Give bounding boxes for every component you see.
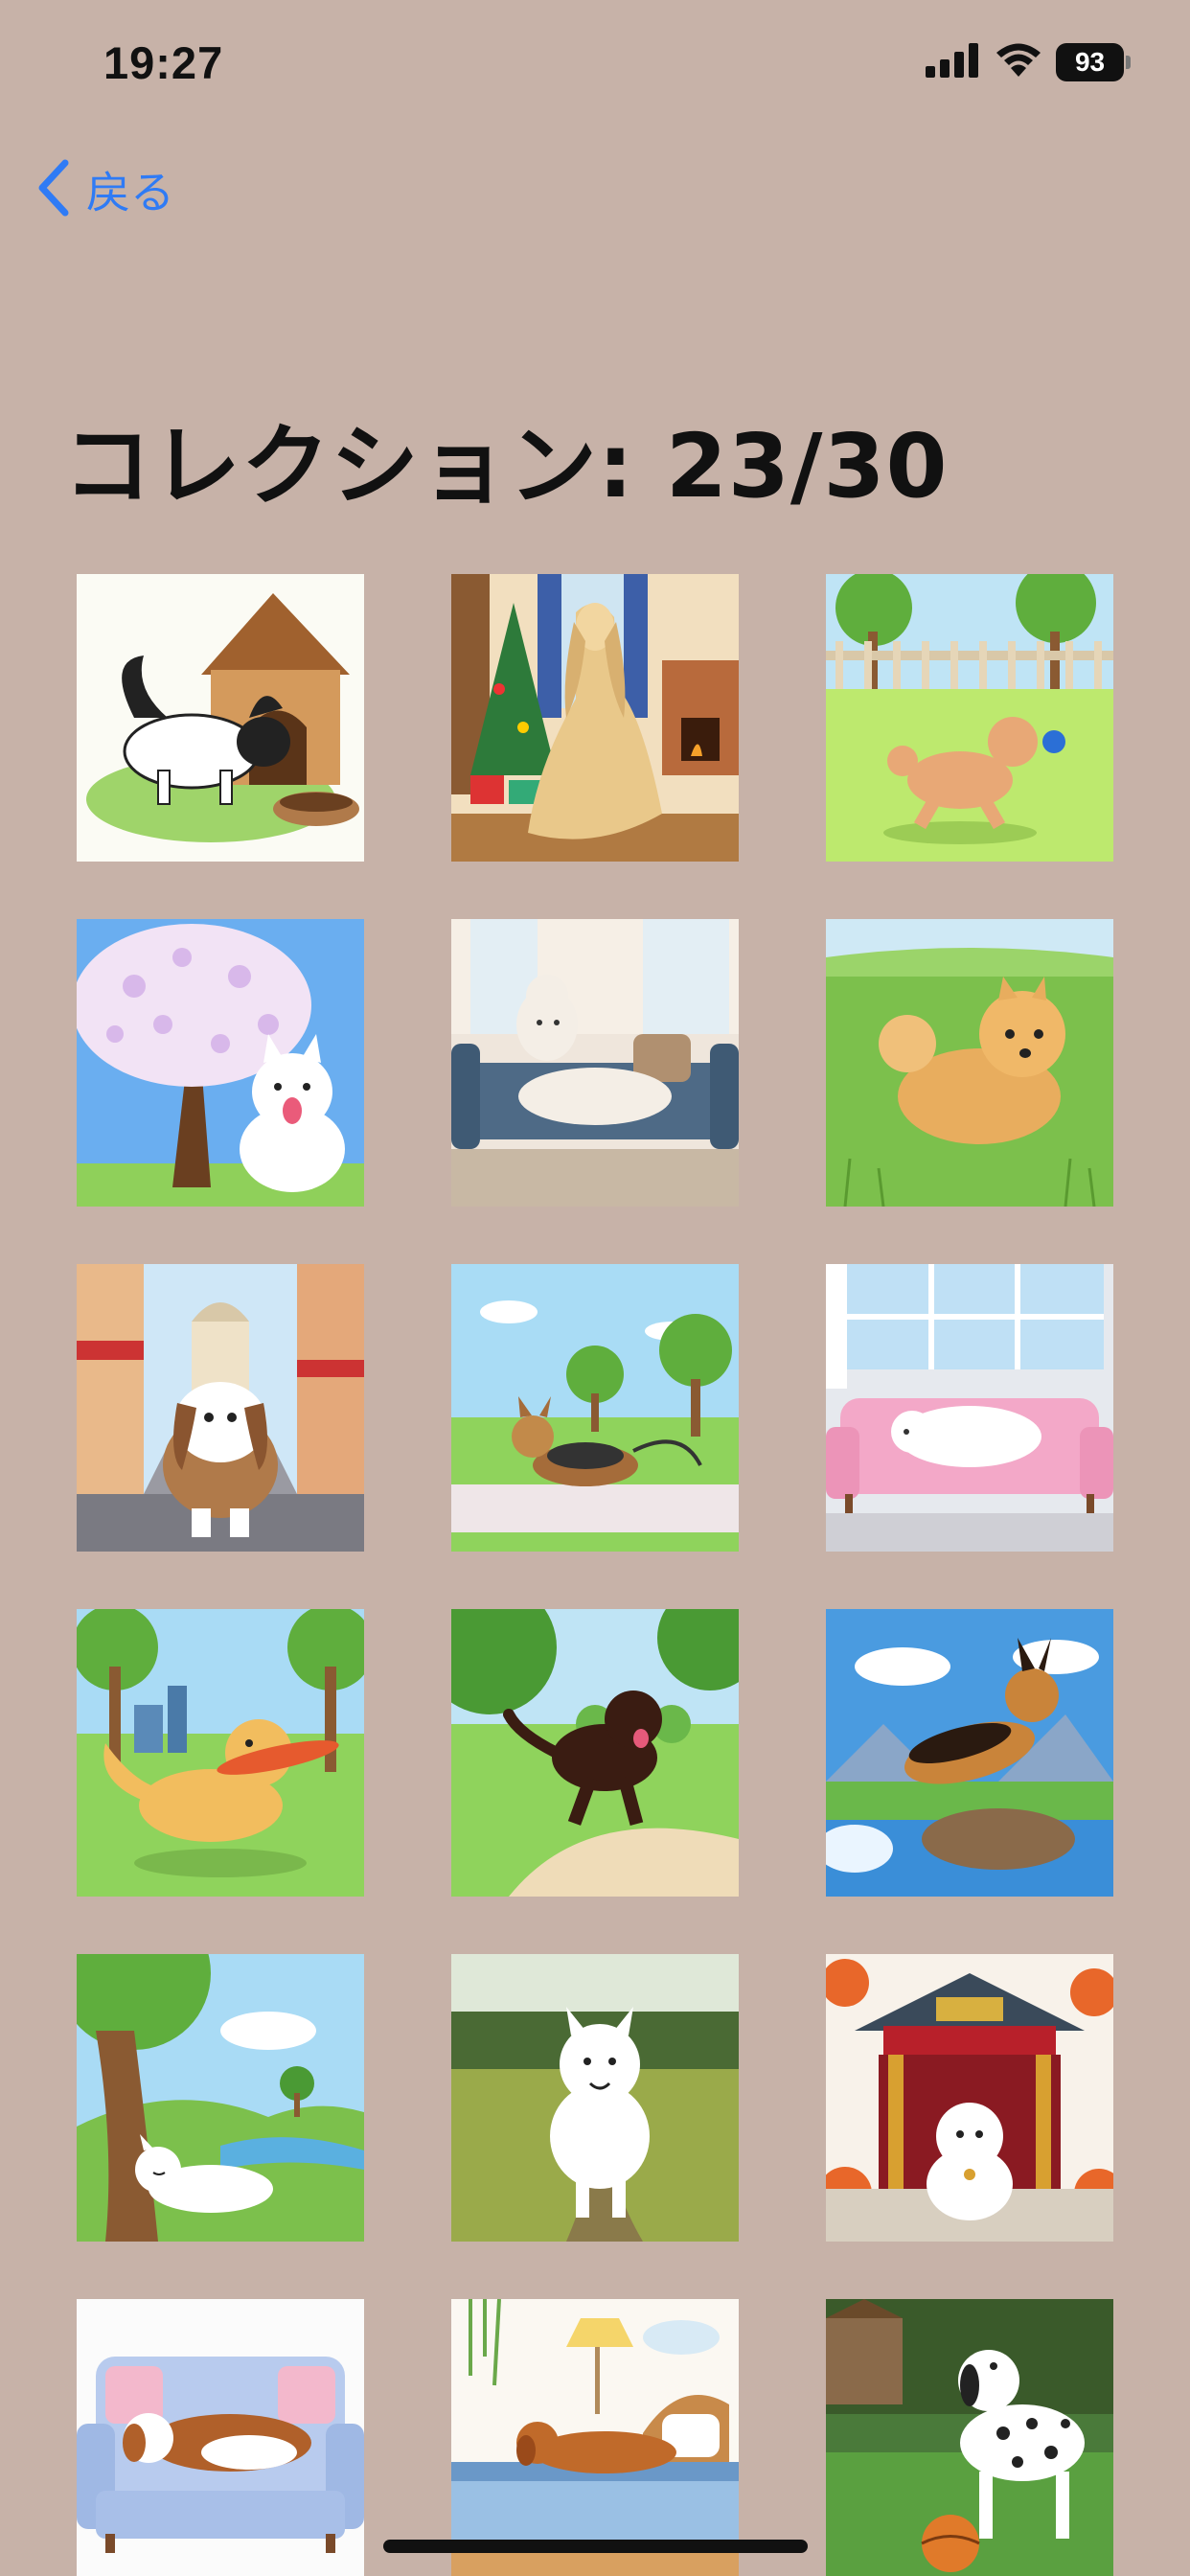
chevron-left-icon bbox=[36, 159, 71, 220]
collection-card[interactable] bbox=[77, 574, 364, 862]
collection-card[interactable] bbox=[77, 1609, 364, 1897]
collection-card[interactable] bbox=[826, 919, 1113, 1207]
battery-icon: 93 bbox=[1056, 43, 1131, 81]
battery-level: 93 bbox=[1056, 43, 1125, 81]
collection-card[interactable] bbox=[826, 2299, 1113, 2576]
collection-screen: 19:27 93 戻る コレクション: 23/30 bbox=[0, 0, 1190, 2576]
collection-card[interactable] bbox=[77, 2299, 364, 2576]
status-icons: 93 bbox=[926, 42, 1131, 82]
collection-card[interactable] bbox=[451, 1954, 739, 2242]
collection-card[interactable] bbox=[826, 574, 1113, 862]
collection-card[interactable] bbox=[451, 919, 739, 1207]
status-bar: 19:27 93 bbox=[0, 0, 1190, 125]
collection-grid bbox=[77, 574, 1113, 2576]
collection-card[interactable] bbox=[77, 1264, 364, 1552]
collection-card[interactable] bbox=[451, 2299, 739, 2576]
collection-card[interactable] bbox=[826, 1264, 1113, 1552]
back-button[interactable]: 戻る bbox=[36, 158, 174, 221]
cellular-signal-icon bbox=[926, 43, 981, 81]
collection-card[interactable] bbox=[451, 574, 739, 862]
collection-card[interactable] bbox=[77, 1954, 364, 2242]
home-indicator[interactable] bbox=[383, 2540, 808, 2553]
collection-card[interactable] bbox=[826, 1954, 1113, 2242]
collection-card[interactable] bbox=[451, 1264, 739, 1552]
wifi-icon bbox=[995, 42, 1042, 82]
page-title: コレクション: 23/30 bbox=[63, 415, 949, 518]
collection-card[interactable] bbox=[77, 919, 364, 1207]
collection-card[interactable] bbox=[451, 1609, 739, 1897]
status-time: 19:27 bbox=[103, 37, 224, 88]
back-label: 戻る bbox=[86, 167, 174, 218]
collection-card[interactable] bbox=[826, 1609, 1113, 1897]
